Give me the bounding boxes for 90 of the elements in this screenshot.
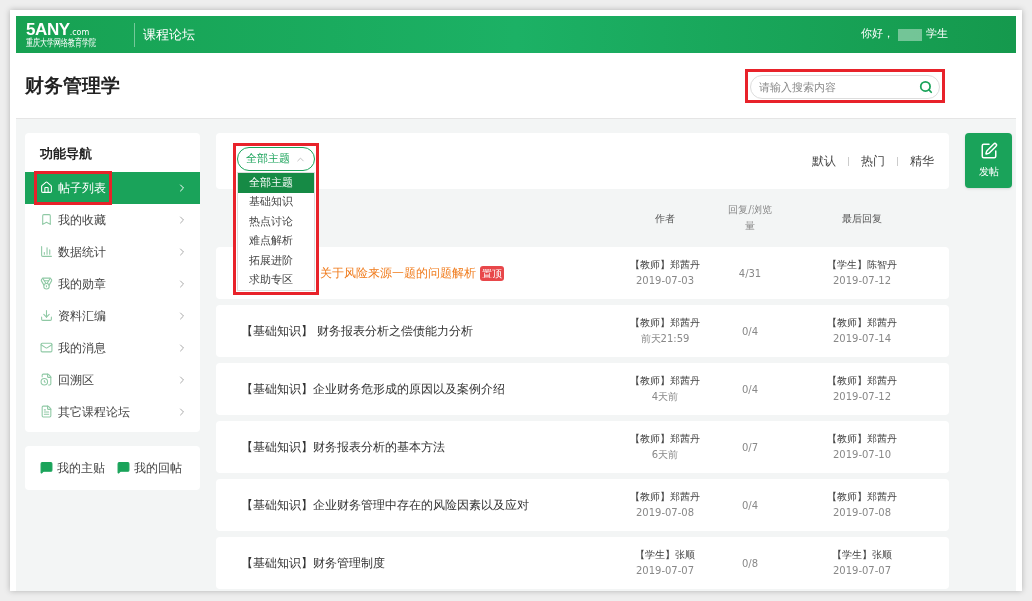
nav-item[interactable]: 回溯区 bbox=[25, 363, 200, 396]
logo-suffix: .com bbox=[69, 29, 90, 37]
dropdown-option[interactable]: 热点讨论 bbox=[238, 212, 314, 232]
column-header: 最后回复 bbox=[841, 211, 883, 226]
author-name: 【教师】郑茜丹 bbox=[630, 490, 700, 504]
dropdown-option[interactable]: 基础知识 bbox=[238, 192, 314, 212]
last-reply-author: 【学生】陈智丹 bbox=[827, 258, 897, 272]
post-time: 2019-07-07 bbox=[635, 564, 695, 578]
redacted-name bbox=[898, 28, 922, 41]
home-icon bbox=[40, 181, 53, 194]
nav-label: 我的消息 bbox=[58, 339, 106, 357]
search-field[interactable]: 请输入搜索内容 bbox=[750, 75, 940, 99]
nav-item[interactable]: 数据统计 bbox=[25, 235, 200, 268]
nav-label: 资料汇编 bbox=[58, 307, 106, 325]
reply-view-count: 0/4 bbox=[740, 382, 760, 397]
chart-icon bbox=[40, 245, 53, 258]
last-reply-author: 【教师】郑茜丹 bbox=[827, 432, 897, 446]
reply-view-count: 0/4 bbox=[740, 498, 760, 513]
medal-icon bbox=[40, 277, 53, 290]
post-row[interactable]: 【基础知识】 财务报表分析之偿债能力分析 【教师】郑茜丹 前天21:59 0/4 【教师】郑茜丹 2019-07-14 bbox=[216, 305, 949, 357]
post-time: 6天前 bbox=[651, 448, 679, 462]
logo-subtitle: 重庆大学网络教育学院 bbox=[26, 38, 96, 48]
post-title[interactable]: 【基础知识】企业财务管理中存在的风险因素以及应对 bbox=[241, 496, 529, 514]
last-reply-author: 【教师】郑茜丹 bbox=[827, 490, 897, 504]
nav-title: 功能导航 bbox=[39, 145, 93, 163]
search-icon[interactable] bbox=[919, 79, 933, 94]
nav-label: 其它课程论坛 bbox=[58, 403, 130, 421]
sort-link[interactable]: 默认 bbox=[812, 152, 836, 170]
reply-view-count: 0/7 bbox=[740, 440, 760, 455]
dropdown-option[interactable]: 拓展进阶 bbox=[238, 251, 314, 271]
nav-label: 数据统计 bbox=[58, 243, 106, 261]
author-name: 【教师】郑茜丹 bbox=[630, 316, 700, 330]
author-name: 【教师】郑茜丹 bbox=[630, 432, 700, 446]
last-reply-time: 2019-07-08 bbox=[832, 506, 892, 520]
post-time: 2019-07-08 bbox=[635, 506, 695, 520]
nav-label: 帖子列表 bbox=[58, 179, 106, 197]
nav-item[interactable]: 我的消息 bbox=[25, 331, 200, 364]
nav-item[interactable]: 我的勋章 bbox=[25, 267, 200, 300]
post-row[interactable]: 【基础知识】企业财务管理中存在的风险因素以及应对 【教师】郑茜丹 2019-07-08 0/4 【教师】郑茜丹 2019-07-08 bbox=[216, 479, 949, 531]
column-header: 作者 bbox=[654, 211, 676, 226]
post-title[interactable]: 【基础知识】企业财务危形成的原因以及案例介绍 bbox=[241, 380, 505, 398]
course-title: 财务管理学 bbox=[25, 73, 120, 99]
post-time: 4天前 bbox=[651, 390, 679, 404]
reply-view-count: 0/4 bbox=[740, 324, 760, 339]
post-row[interactable]: 【基础知识】财务报表分析的基本方法 【教师】郑茜丹 6天前 0/7 【教师】郑茜丹 2019-07-10 bbox=[216, 421, 949, 473]
nav-item[interactable]: 我的收藏 bbox=[25, 203, 200, 236]
sidebar-link[interactable]: 我的回帖 bbox=[117, 458, 182, 477]
download-icon bbox=[40, 309, 53, 322]
last-reply-time: 2019-07-14 bbox=[832, 332, 892, 346]
post-row[interactable]: 【基础知识】财务管理制度 【学生】张顺 2019-07-07 0/8 【学生】张顺 2019-07-07 bbox=[216, 537, 949, 589]
last-reply-time: 2019-07-10 bbox=[832, 448, 892, 462]
last-reply-time: 2019-07-12 bbox=[832, 390, 892, 404]
user-role: 学生 bbox=[926, 26, 948, 43]
post-row[interactable]: 【基础知识】企业财务危形成的原因以及案例介绍 【教师】郑茜丹 4天前 0/4 【教师】郑茜丹 2019-07-12 bbox=[216, 363, 949, 415]
last-reply-author: 【学生】张顺 bbox=[832, 548, 892, 562]
post-title[interactable]: 【基础知识】财务管理制度 bbox=[241, 554, 385, 572]
mail-icon bbox=[40, 341, 53, 354]
post-time: 2019-07-03 bbox=[635, 274, 695, 288]
reply-view-count: 4/31 bbox=[737, 266, 763, 281]
last-reply-author: 【教师】郑茜丹 bbox=[827, 316, 897, 330]
chat-icon bbox=[40, 461, 53, 474]
pinned-tag: 置顶 bbox=[480, 265, 504, 281]
greeting-text: 你好， bbox=[861, 26, 894, 43]
sidebar-link[interactable]: 我的主贴 bbox=[40, 458, 105, 477]
nav-item[interactable]: 资料汇编 bbox=[25, 299, 200, 332]
column-header: 回复/浏览量 bbox=[727, 203, 773, 233]
document-clock-icon bbox=[40, 373, 53, 386]
sort-link[interactable]: 热门 bbox=[861, 152, 885, 170]
dropdown-option[interactable]: 全部主题 bbox=[238, 173, 314, 193]
sort-link[interactable]: 精华 bbox=[910, 152, 934, 170]
post-title[interactable]: 【基础知识】财务报表分析的基本方法 bbox=[241, 438, 445, 456]
section-title: 课程论坛 bbox=[143, 25, 195, 44]
bookmark-icon bbox=[40, 213, 53, 226]
author-name: 【教师】郑茜丹 bbox=[630, 258, 700, 272]
logo-text: 5ANY bbox=[26, 21, 70, 38]
dropdown-option[interactable]: 求助专区 bbox=[238, 270, 314, 290]
nav-item[interactable]: 其它课程论坛 bbox=[25, 395, 200, 428]
nav-label: 我的收藏 bbox=[58, 211, 106, 229]
author-name: 【教师】郑茜丹 bbox=[630, 374, 700, 388]
reply-view-count: 0/8 bbox=[740, 556, 760, 571]
post-title[interactable]: 【基础知识】 财务报表分析之偿债能力分析 bbox=[241, 322, 473, 340]
document-icon bbox=[40, 405, 53, 418]
last-reply-author: 【教师】郑茜丹 bbox=[827, 374, 897, 388]
edit-icon bbox=[979, 142, 998, 160]
post-time: 前天21:59 bbox=[640, 332, 690, 346]
author-name: 【学生】张顺 bbox=[635, 548, 695, 562]
nav-label: 回溯区 bbox=[58, 371, 94, 389]
last-reply-time: 2019-07-07 bbox=[832, 564, 892, 578]
nav-label: 我的勋章 bbox=[58, 275, 106, 293]
last-reply-time: 2019-07-12 bbox=[832, 274, 892, 288]
